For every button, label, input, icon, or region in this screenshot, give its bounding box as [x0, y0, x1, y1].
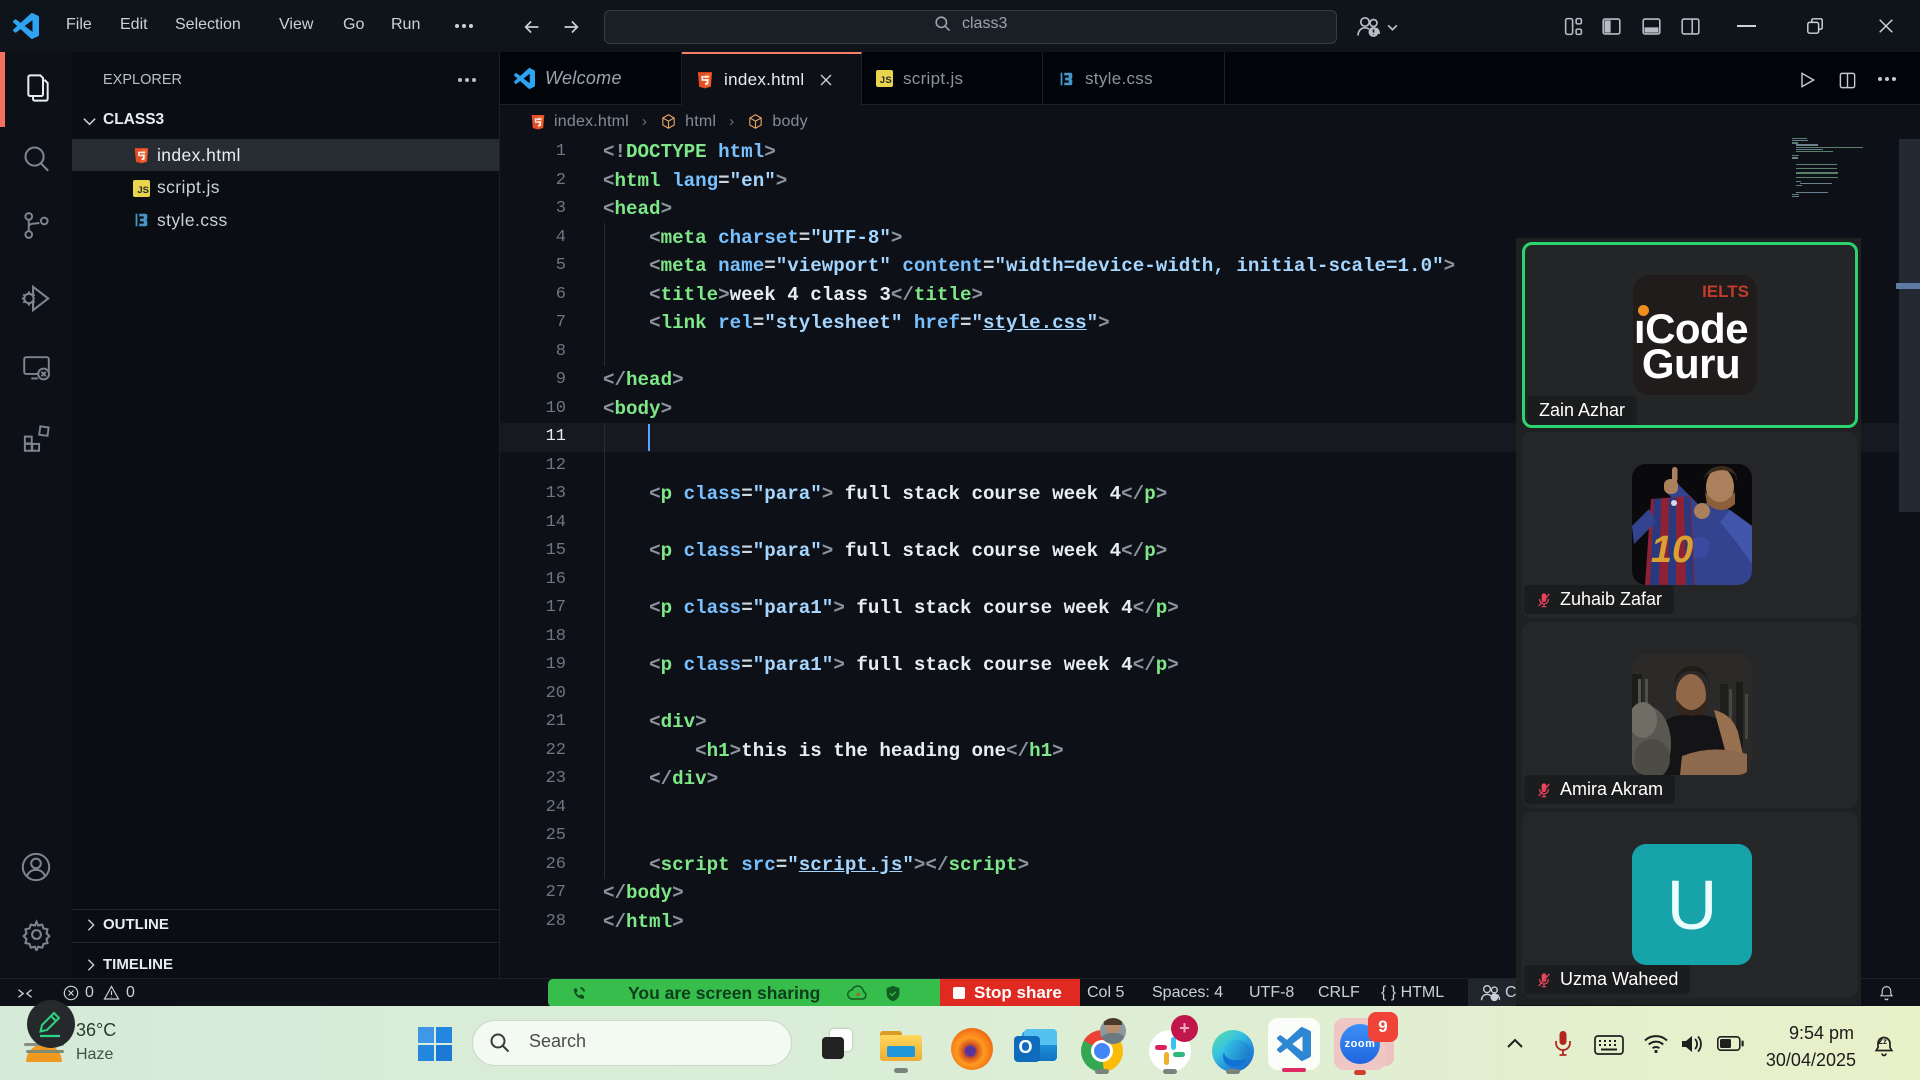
svg-text:10: 10 [1651, 529, 1693, 571]
